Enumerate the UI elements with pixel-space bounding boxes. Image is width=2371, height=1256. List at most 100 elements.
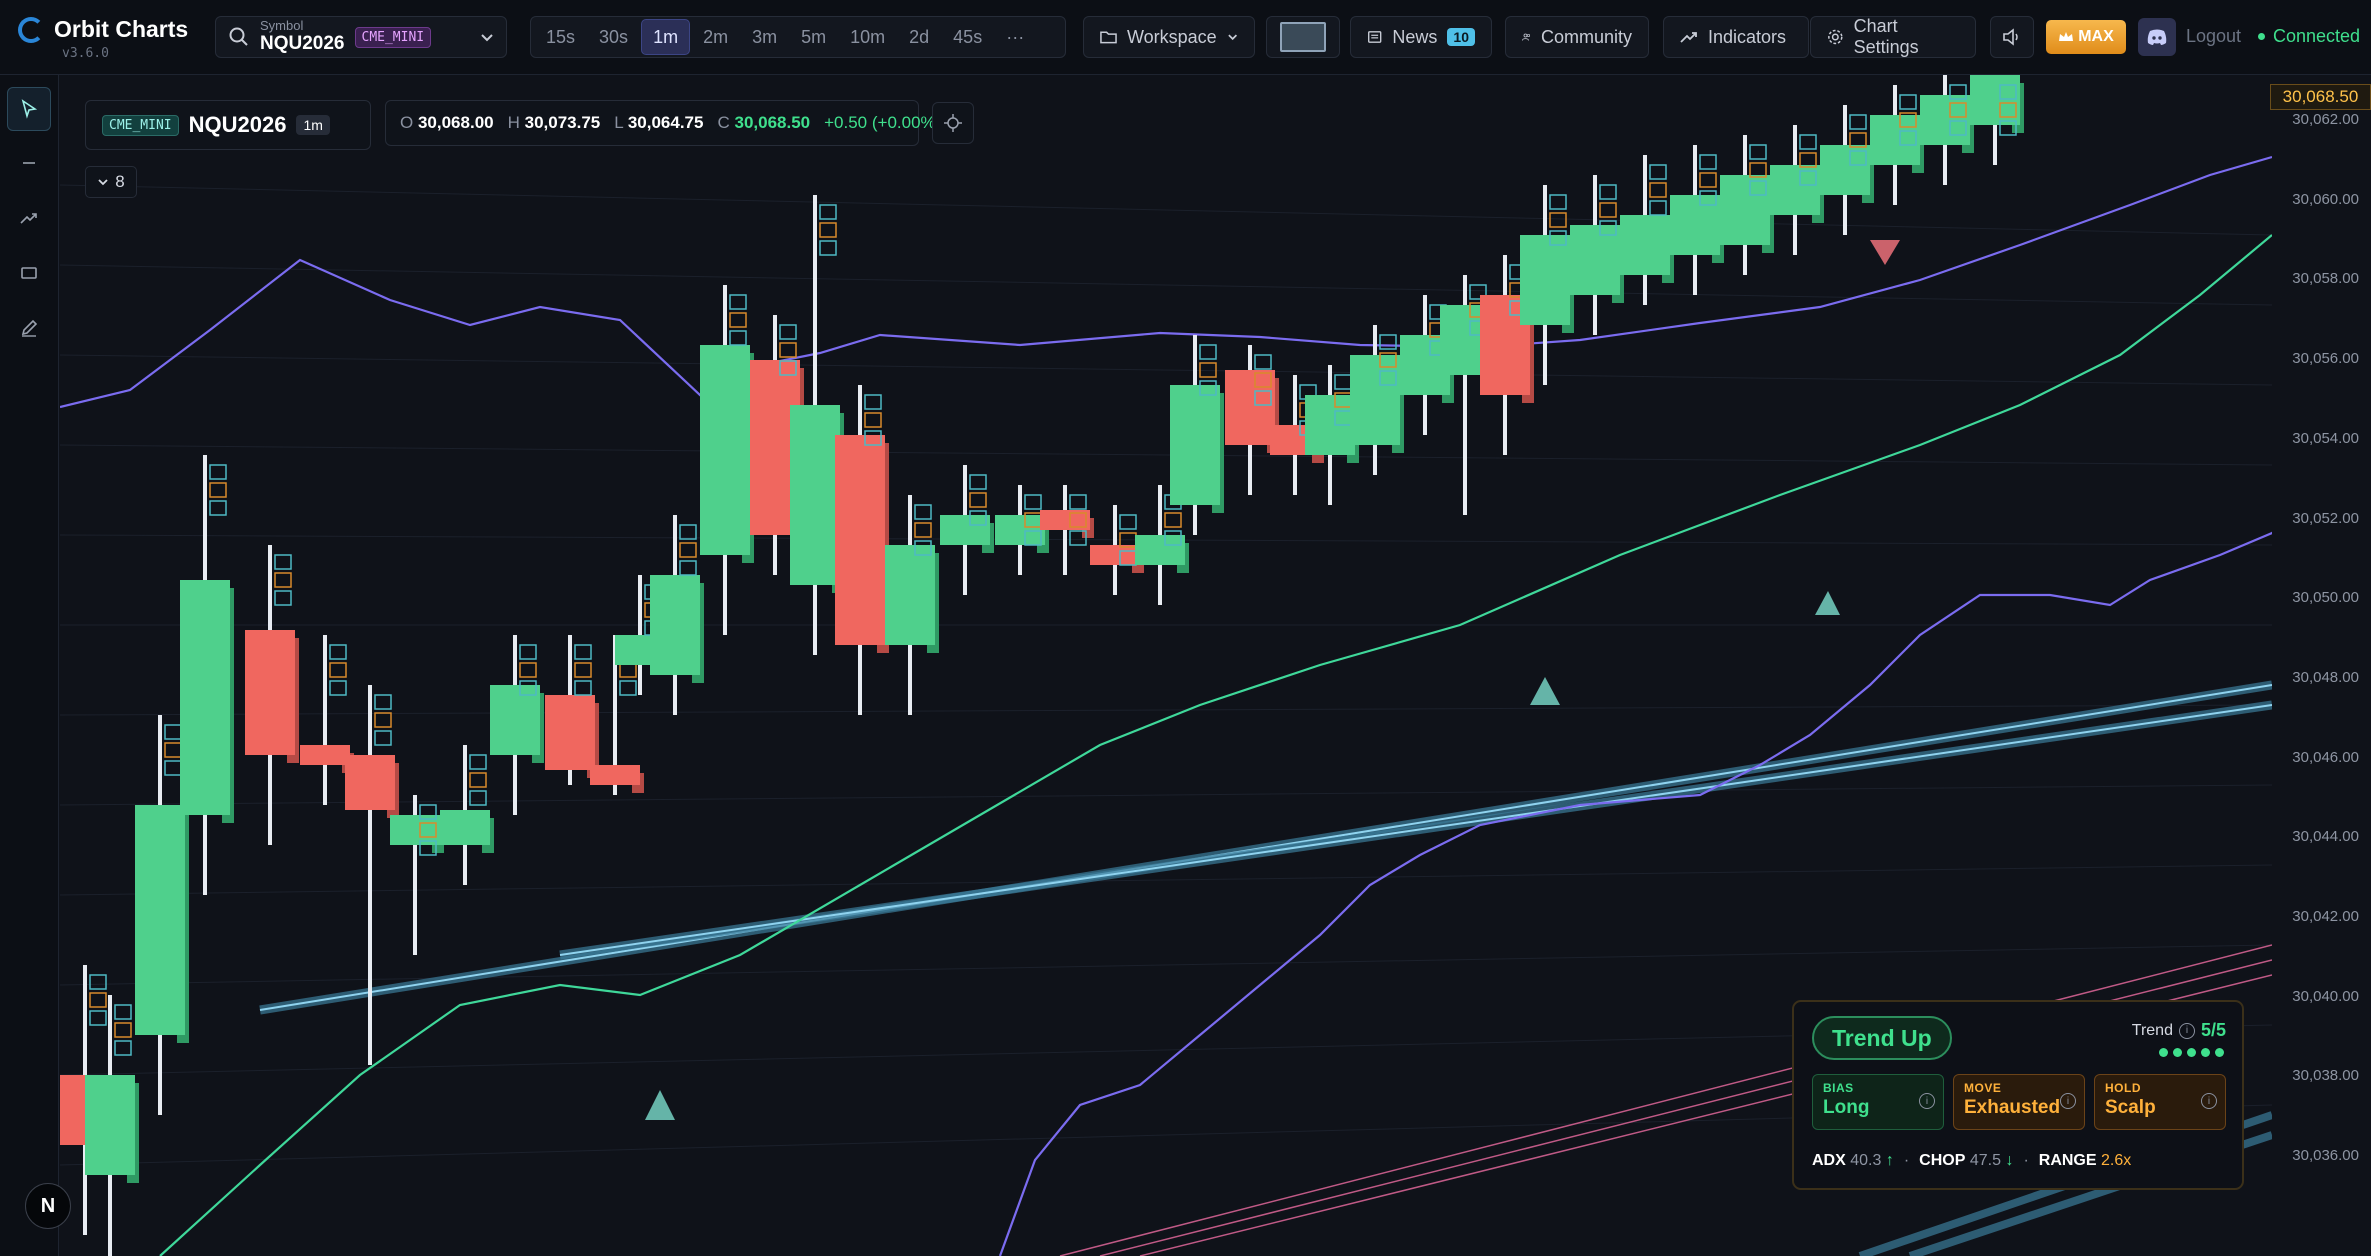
price-axis-label: 30,062.00 xyxy=(2292,111,2359,128)
more-timeframes-button[interactable]: ··· xyxy=(995,20,1035,54)
timeframe-1m[interactable]: 1m xyxy=(641,19,691,55)
news-button[interactable]: News 10 xyxy=(1350,16,1492,58)
max-plan-badge[interactable]: MAX xyxy=(2046,20,2126,54)
volume-profile-block xyxy=(864,394,882,410)
indicators-label: Indicators xyxy=(1708,26,1787,47)
candle-down xyxy=(300,745,350,765)
timeframe-2m[interactable]: 2m xyxy=(692,20,739,54)
info-icon[interactable]: i xyxy=(2201,1093,2217,1109)
timeframe-45s[interactable]: 45s xyxy=(942,20,993,54)
price-axis[interactable]: 30,062.00 30,060.00 30,058.00 30,056.00 30,0… xyxy=(2272,75,2371,1256)
volume-profile-block xyxy=(1799,134,1817,150)
volume-profile-block xyxy=(114,1022,132,1038)
rectangle-icon xyxy=(21,267,37,279)
discord-button[interactable] xyxy=(2138,18,2176,56)
volume-profile-block xyxy=(1549,212,1567,228)
candle-down xyxy=(835,435,885,645)
candle-down xyxy=(1225,370,1275,445)
candle-down xyxy=(245,630,295,755)
open-label: O xyxy=(400,113,414,132)
timeframe-5m[interactable]: 5m xyxy=(790,20,837,54)
hold-card[interactable]: HOLD Scalp i xyxy=(2094,1074,2226,1130)
hold-card-value: Scalp xyxy=(2105,1097,2156,1118)
timeframe-30s[interactable]: 30s xyxy=(588,20,639,54)
indicators-button[interactable]: Indicators xyxy=(1663,16,1809,58)
price-axis-label: 30,058.00 xyxy=(2292,270,2359,288)
volume-profile-block xyxy=(1254,354,1272,370)
trend-stats-row: ADX 40.3 ↑ · CHOP 47.5 ↓ · RANGE 2.6x xyxy=(1812,1152,2131,1170)
trend-score-label: Trend xyxy=(2131,1021,2173,1039)
cursor-tool[interactable] xyxy=(7,87,51,131)
volume-profile-block xyxy=(914,522,932,538)
cursor-icon xyxy=(21,99,38,119)
volume-profile-block xyxy=(1649,200,1667,216)
candle-up xyxy=(995,515,1045,545)
info-icon[interactable]: i xyxy=(1919,1093,1935,1109)
price-axis-label: 30,038.00 xyxy=(2292,1067,2359,1085)
volume-profile-block xyxy=(969,474,987,490)
volume-profile-block xyxy=(679,524,697,540)
pen-tool[interactable] xyxy=(7,306,51,350)
score-dot xyxy=(2215,1048,2224,1057)
community-button[interactable]: Community xyxy=(1505,16,1649,58)
last-price-label: 30,068.50 xyxy=(2270,84,2371,110)
volume-profile-block xyxy=(209,482,227,498)
app-logo[interactable]: Orbit Charts xyxy=(18,16,188,43)
move-card[interactable]: MOVE Exhausted i xyxy=(1953,1074,2085,1130)
high-label: H xyxy=(507,113,520,132)
separator-dot: · xyxy=(1903,1152,1910,1169)
info-icon[interactable]: i xyxy=(2178,1022,2195,1039)
indicator-list-toggle[interactable]: 8 xyxy=(85,166,137,198)
layout-toggle-button[interactable] xyxy=(1266,16,1340,58)
horizontal-line-tool[interactable] xyxy=(7,141,51,185)
low-label: L xyxy=(614,113,624,132)
volume-profile-block xyxy=(1849,114,1867,130)
timeframe-10m[interactable]: 10m xyxy=(839,20,896,54)
trend-score-dots xyxy=(2159,1048,2224,1057)
volume-profile-block xyxy=(89,1010,107,1026)
volume-profile-block xyxy=(469,754,487,770)
volume-profile-block xyxy=(374,712,392,728)
symbol-search[interactable]: Symbol NQU2026 CME_MINI xyxy=(215,16,507,58)
candle-up xyxy=(1350,355,1400,445)
score-dot xyxy=(2159,1048,2168,1057)
candle-up xyxy=(700,345,750,555)
logout-link[interactable]: Logout xyxy=(2186,26,2241,47)
symbol-value: NQU2026 xyxy=(260,33,345,54)
volume-profile-block xyxy=(209,464,227,480)
score-dot xyxy=(2201,1048,2210,1057)
chart-symbol-legend[interactable]: CME_MINI NQU2026 1m xyxy=(85,100,371,150)
info-icon[interactable]: i xyxy=(2060,1093,2076,1109)
bias-card[interactable]: BIAS Long i xyxy=(1812,1074,1944,1130)
trend-line-tool[interactable] xyxy=(7,196,51,240)
users-icon xyxy=(1522,33,1531,41)
volume-profile-block xyxy=(374,694,392,710)
volume-profile-block xyxy=(469,790,487,806)
volume-profile-block xyxy=(819,222,837,238)
chart-settings-button[interactable]: Chart Settings xyxy=(1810,16,1976,58)
exchange-badge: CME_MINI xyxy=(354,26,432,48)
workspace-button[interactable]: Workspace xyxy=(1083,16,1255,58)
sound-toggle-button[interactable] xyxy=(1990,16,2034,58)
score-dot xyxy=(2187,1048,2196,1057)
timeframe-15s[interactable]: 15s xyxy=(535,20,586,54)
newspaper-icon xyxy=(1368,31,1382,43)
volume-profile-block xyxy=(1849,132,1867,148)
volume-profile-block xyxy=(679,560,697,576)
crosshair-button[interactable] xyxy=(932,102,974,144)
rectangle-tool[interactable] xyxy=(7,251,51,295)
candle-up xyxy=(650,575,700,675)
price-axis-label: 30,050.00 xyxy=(2292,589,2359,607)
volume-profile-block xyxy=(1899,94,1917,110)
volume-profile-block xyxy=(1599,184,1617,200)
timeframe-2d[interactable]: 2d xyxy=(898,20,940,54)
pencil-icon xyxy=(21,319,38,337)
volume-profile-block xyxy=(1069,494,1087,510)
adx-label: ADX xyxy=(1812,1152,1846,1169)
candle-up xyxy=(1870,115,1920,165)
price-axis-label: 30,054.00 xyxy=(2292,429,2359,447)
candle-up xyxy=(1720,175,1770,245)
price-axis-label: 30,044.00 xyxy=(2292,828,2359,846)
timeframe-3m[interactable]: 3m xyxy=(741,20,788,54)
buy-signal-marker xyxy=(645,1090,675,1120)
